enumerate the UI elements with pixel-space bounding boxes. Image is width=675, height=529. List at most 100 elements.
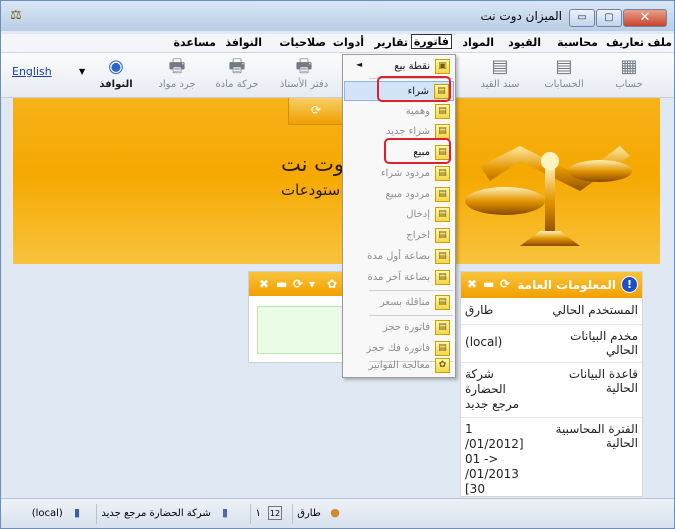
info-value: شركة الحضارة مرجع جديد <box>465 367 520 411</box>
toolbar-account-button[interactable]: ▦ حساب <box>599 55 659 95</box>
menu-item-point-of-sale[interactable]: ▣ نقطة بيع ◄ <box>344 57 454 77</box>
welcome-banner: ⟳ وت نت ستودعات <box>13 98 660 264</box>
ledger-printer-icon: 🖶 <box>295 56 313 77</box>
menu-entries[interactable]: القيود <box>508 36 541 49</box>
status-user: ● طارق <box>292 504 346 524</box>
chevron-down-icon[interactable]: ▾ <box>309 277 315 291</box>
menu-permissions[interactable]: صلاحيات <box>279 36 326 49</box>
minimize-icon[interactable]: ▬ <box>483 277 494 291</box>
menu-help[interactable]: مساعدة <box>174 36 217 49</box>
minimize-icon[interactable]: ▬ <box>276 277 287 291</box>
table-row: مخدم البيانات الحالي (local) <box>461 325 642 363</box>
highlight-mark-purchase <box>377 76 451 102</box>
menu-item-label: اخراج <box>406 230 430 241</box>
toolbar-button-label: سند القيد <box>480 79 520 90</box>
menu-item-input[interactable]: ▤ إدخال <box>344 205 454 225</box>
status-count-text: ١ <box>255 508 261 519</box>
voucher-icon: ▤ <box>491 56 509 77</box>
info-key: قاعدة البيانات الحالية <box>568 367 638 395</box>
document-icon: ▦ <box>620 56 638 77</box>
menu-bar: ملف تعاريف محاسبة القيود المواد فاتورة ت… <box>1 34 674 53</box>
menu-item-opening-stock[interactable]: ▤ بضاعة أول مدة <box>344 247 454 267</box>
invoice-icon: ▤ <box>435 124 450 139</box>
gear-icon: ✿ <box>435 358 450 373</box>
invoice-icon: ▤ <box>435 341 450 356</box>
minimize-button[interactable]: ▭ <box>569 9 595 27</box>
close-icon[interactable]: ✖ <box>259 277 269 291</box>
toolbar-ledger-button[interactable]: 🖶 دفتر الأستاذ <box>274 55 334 95</box>
menu-item-output[interactable]: ▤ اخراج <box>344 226 454 246</box>
menu-item-transfer-priced[interactable]: ▤ مناقلة بسعر <box>344 293 454 313</box>
table-row: قاعدة البيانات الحالية شركة الحضارة مرجع… <box>461 363 642 418</box>
invoice-icon: ▤ <box>435 320 450 335</box>
toolbar-button-label: حساب <box>615 79 643 90</box>
menu-item-label: معالجة الفواتير <box>368 360 430 371</box>
toolbar-button-label: حركة مادة <box>215 79 259 90</box>
menu-windows[interactable]: النوافذ <box>225 36 262 49</box>
menu-tools[interactable]: أدوات <box>333 36 364 49</box>
language-link[interactable]: English <box>12 65 52 78</box>
status-database-text: شركة الحضارة مرجع جديد <box>101 508 211 519</box>
toolbar-button-label: دفتر الأستاذ <box>279 79 329 90</box>
close-icon[interactable]: ✖ <box>467 277 477 291</box>
info-value: طارق <box>465 303 494 317</box>
menu-item-reservation-invoice[interactable]: ▤ فاتورة حجز <box>344 318 454 338</box>
menu-item-label: فاتورة فك حجز <box>366 343 430 354</box>
banner-title: وت نت <box>281 152 345 176</box>
pos-icon: ▣ <box>435 59 450 74</box>
window-title: الميزان دوت نت <box>480 9 562 23</box>
user-icon: ● <box>330 506 340 519</box>
refresh-icon[interactable]: ⟳ <box>311 103 321 117</box>
menu-item-sale-return[interactable]: ▤ مردود مبيع <box>344 185 454 205</box>
status-server-text: (local) <box>31 508 63 519</box>
title-bar[interactable]: ⚖ الميزان دوت نت ▭ ▢ ✕ <box>1 1 674 31</box>
maximize-button[interactable]: ▢ <box>596 9 622 27</box>
invoice-icon: ▤ <box>435 249 450 264</box>
status-count: 12 ١ <box>250 504 286 524</box>
invoice-icon: ▤ <box>435 228 450 243</box>
refresh-icon[interactable]: ⟳ <box>293 277 303 291</box>
menu-item-closing-stock[interactable]: ▤ بضاعة آخر مدة <box>344 268 454 288</box>
toolbar-inventory-button[interactable]: 🖶 جرد مواد <box>147 55 207 95</box>
printer-icon: 🖶 <box>168 56 186 77</box>
menu-file[interactable]: ملف <box>648 36 672 49</box>
menu-item-label: مردود شراء <box>380 168 430 179</box>
menu-item-label: بضاعة أول مدة <box>367 251 430 262</box>
close-button[interactable]: ✕ <box>623 9 667 27</box>
menu-accounting[interactable]: محاسبة <box>557 36 598 49</box>
menu-item-label: وهمية <box>405 106 430 117</box>
calendar-icon: 12 <box>268 506 282 520</box>
scale-logo-icon <box>465 146 632 246</box>
menu-definitions[interactable]: تعاريف <box>606 36 644 49</box>
toolbar-button-label: جرد مواد <box>158 79 196 90</box>
invoice-icon: ▤ <box>435 295 450 310</box>
gear-icon[interactable]: ✿ <box>327 277 337 291</box>
refresh-icon[interactable]: ⟳ <box>500 277 510 291</box>
info-table: المستخدم الحالي طارق مخدم البيانات الحال… <box>461 299 642 496</box>
toolbar-windows-button[interactable]: ◉ النوافذ <box>86 55 146 95</box>
chevron-left-icon: ◄ <box>356 60 363 69</box>
menu-reports[interactable]: تقارير <box>375 36 408 49</box>
menu-item-process-invoices[interactable]: ✿ معالجة الفواتير <box>344 356 454 376</box>
toolbar-item-movement-button[interactable]: 🖶 حركة مادة <box>207 55 267 95</box>
scale-icon[interactable]: ⚖ <box>10 9 26 23</box>
invoice-menu-dropdown: ▣ نقطة بيع ◄ ▤ شراء ▤ وهمية ▤ شراء جديد … <box>342 54 456 378</box>
toolbar-accounts-button[interactable]: ▤ الحسابات <box>534 55 594 95</box>
toolbar: English ▼ ◉ النوافذ 🖶 جرد مواد 🖶 حركة ما… <box>1 53 674 98</box>
menu-materials[interactable]: المواد <box>462 36 494 49</box>
app-window: ⚖ الميزان دوت نت ▭ ▢ ✕ ملف تعاريف محاسبة… <box>0 0 675 529</box>
menu-item-purchase-return[interactable]: ▤ مردود شراء <box>344 164 454 184</box>
menu-item-label: إدخال <box>406 209 430 220</box>
printer-icon: 🖶 <box>228 56 246 77</box>
chevron-down-icon[interactable]: ▼ <box>79 67 85 76</box>
menu-separator <box>369 315 453 316</box>
info-value: 1 /01/2012] 01 -> /01/2013 [30 <box>465 422 524 496</box>
table-row: الفترة المحاسبية الحالية 1 /01/2012] 01 … <box>461 418 642 496</box>
toolbar-voucher-button[interactable]: ▤ سند القيد <box>470 55 530 95</box>
menu-invoice[interactable]: فاتورة <box>410 34 452 49</box>
menu-item-label: نقطة بيع <box>394 61 430 72</box>
server-icon: ▮ <box>73 506 81 519</box>
menu-item-label: بضاعة آخر مدة <box>367 272 430 283</box>
banner-subtitle: ستودعات <box>281 181 341 199</box>
menu-item-fictitious[interactable]: ▤ وهمية <box>344 102 454 122</box>
